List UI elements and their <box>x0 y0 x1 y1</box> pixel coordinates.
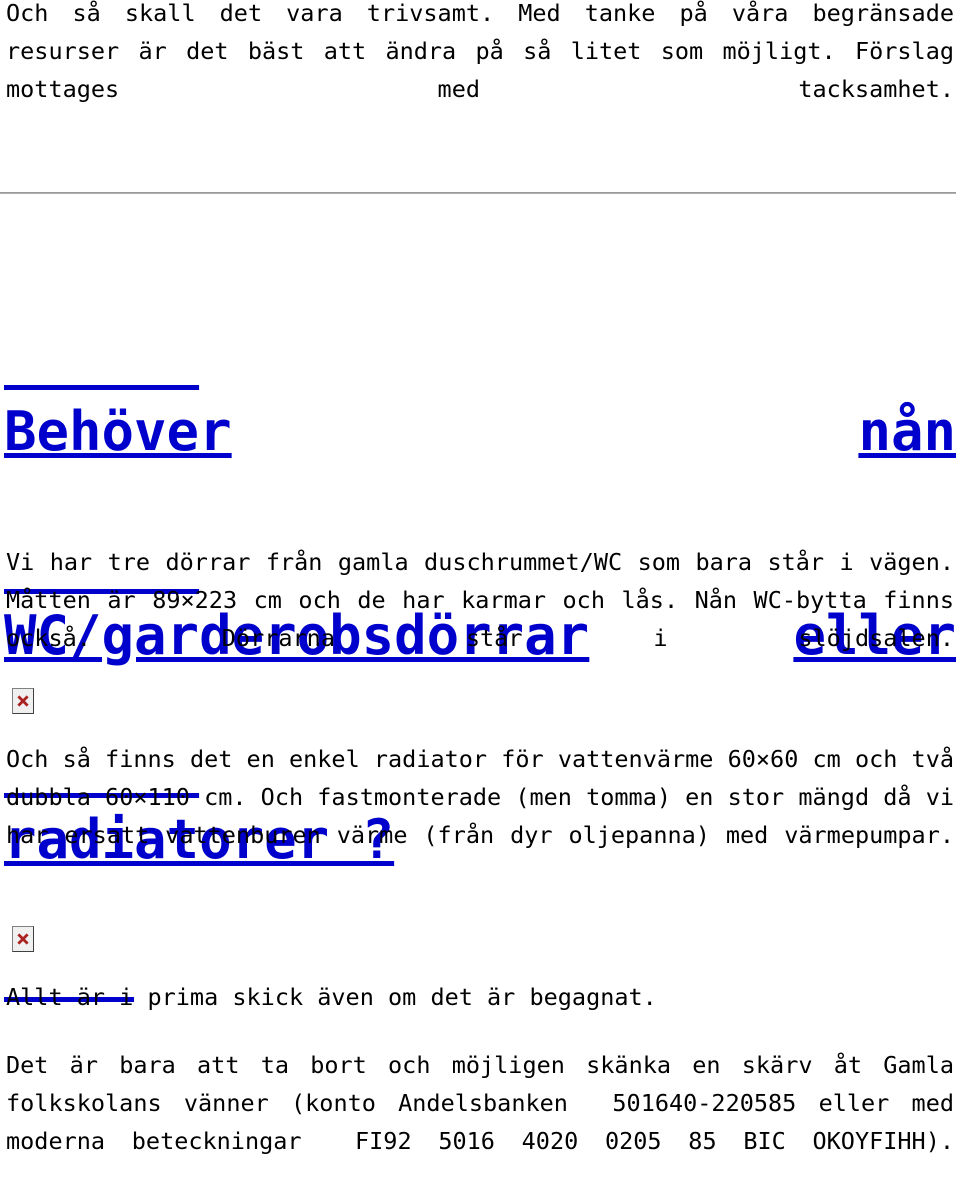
radiators-paragraph: Och så finns det en enkel radiator för v… <box>6 745 954 849</box>
doors-section: Vi har tre dörrar från gamla duschrummet… <box>0 543 960 695</box>
broken-image-icon <box>12 688 34 714</box>
intro-paragraph: Och så skall det vara trivsamt. Med tank… <box>6 0 954 103</box>
heading-line-1-left: Behöver <box>4 400 232 463</box>
donation-paragraph: Det är bara att ta bort och möjligen skä… <box>6 1051 954 1155</box>
donation-section: Det är bara att ta bort och möjligen skä… <box>0 1046 960 1198</box>
horizontal-rule <box>0 192 956 194</box>
broken-image-icon <box>12 926 34 952</box>
image-placeholder-1[interactable] <box>12 688 34 714</box>
image-placeholder-2[interactable] <box>12 926 34 952</box>
doors-paragraph: Vi har tre dörrar från gamla duschrummet… <box>6 548 954 652</box>
radiators-section: Och så finns det en enkel radiator för v… <box>0 740 960 892</box>
intro-section: Och så skall det vara trivsamt. Med tank… <box>0 0 960 146</box>
condition-section: Allt är i prima skick även om det är beg… <box>0 978 960 1016</box>
heading-line-1: Behöver nån <box>4 398 956 466</box>
heading-line-1-right: nån <box>858 400 956 463</box>
condition-paragraph: Allt är i prima skick även om det är beg… <box>6 983 657 1011</box>
